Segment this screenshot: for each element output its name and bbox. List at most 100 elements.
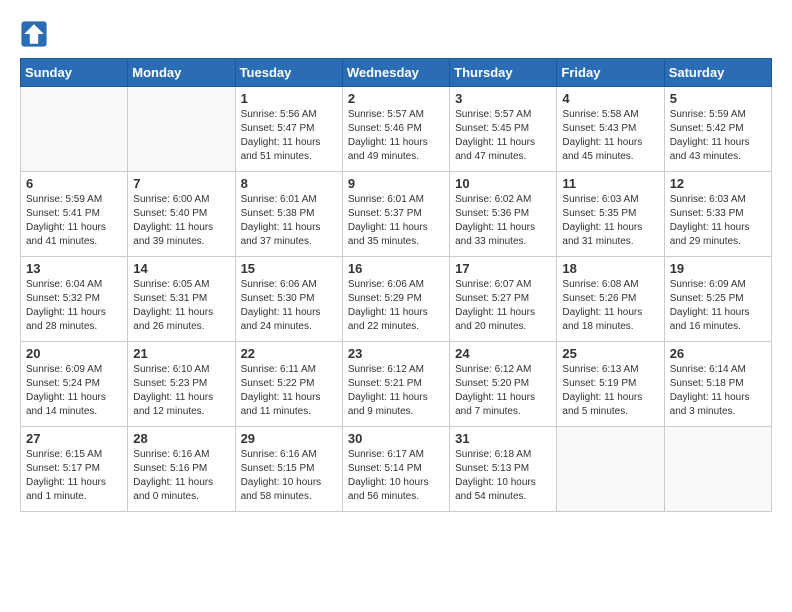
day-info: Sunrise: 6:17 AM Sunset: 5:14 PM Dayligh… [348,448,444,504]
day-info: Sunrise: 6:03 AM Sunset: 5:35 PM Dayligh… [562,193,658,249]
day-info: Sunrise: 5:56 AM Sunset: 5:47 PM Dayligh… [241,108,337,164]
calendar-week-row: 13 Sunrise: 6:04 AM Sunset: 5:32 PM Dayli… [21,257,772,342]
day-number: 22 [241,346,337,361]
day-info: Sunrise: 6:04 AM Sunset: 5:32 PM Dayligh… [26,278,122,334]
day-number: 11 [562,176,658,191]
day-info: Sunrise: 6:01 AM Sunset: 5:38 PM Dayligh… [241,193,337,249]
day-info: Sunrise: 6:09 AM Sunset: 5:24 PM Dayligh… [26,363,122,419]
weekday-header: Friday [557,59,664,87]
logo [20,20,52,48]
day-number: 10 [455,176,551,191]
day-number: 8 [241,176,337,191]
day-info: Sunrise: 6:07 AM Sunset: 5:27 PM Dayligh… [455,278,551,334]
calendar-day-cell: 1 Sunrise: 5:56 AM Sunset: 5:47 PM Daylig… [235,87,342,172]
weekday-header: Wednesday [342,59,449,87]
day-number: 28 [133,431,229,446]
calendar-day-cell: 4Sunrise: 5:58 AM Sunset: 5:43 PM Daylig… [557,87,664,172]
day-info: Sunrise: 5:58 AM Sunset: 5:43 PM Dayligh… [562,108,658,164]
day-info: Sunrise: 6:11 AM Sunset: 5:22 PM Dayligh… [241,363,337,419]
day-number: 20 [26,346,122,361]
day-number: 9 [348,176,444,191]
calendar-day-cell: 23 Sunrise: 6:12 AM Sunset: 5:21 PM Dayli… [342,342,449,427]
calendar-day-cell: 31Sunrise: 6:18 AM Sunset: 5:13 PM Dayli… [450,427,557,512]
day-number: 25 [562,346,658,361]
calendar-day-cell [557,427,664,512]
calendar-day-cell: 15 Sunrise: 6:06 AM Sunset: 5:30 PM Dayli… [235,257,342,342]
logo-icon [20,20,48,48]
day-info: Sunrise: 6:12 AM Sunset: 5:21 PM Dayligh… [348,363,444,419]
calendar-day-cell: 30 Sunrise: 6:17 AM Sunset: 5:14 PM Dayli… [342,427,449,512]
weekday-header: Thursday [450,59,557,87]
calendar-day-cell: 9Sunrise: 6:01 AM Sunset: 5:37 PM Daylig… [342,172,449,257]
calendar-day-cell: 19Sunrise: 6:09 AM Sunset: 5:25 PM Dayli… [664,257,771,342]
calendar-day-cell: 16 Sunrise: 6:06 AM Sunset: 5:29 PM Dayli… [342,257,449,342]
day-info: Sunrise: 6:05 AM Sunset: 5:31 PM Dayligh… [133,278,229,334]
day-info: Sunrise: 6:00 AM Sunset: 5:40 PM Dayligh… [133,193,229,249]
day-number: 23 [348,346,444,361]
day-info: Sunrise: 6:15 AM Sunset: 5:17 PM Dayligh… [26,448,122,504]
weekday-header: Tuesday [235,59,342,87]
day-info: Sunrise: 6:09 AM Sunset: 5:25 PM Dayligh… [670,278,766,334]
day-info: Sunrise: 6:14 AM Sunset: 5:18 PM Dayligh… [670,363,766,419]
calendar-day-cell: 6 Sunrise: 5:59 AM Sunset: 5:41 PM Daylig… [21,172,128,257]
day-info: Sunrise: 5:57 AM Sunset: 5:45 PM Dayligh… [455,108,551,164]
calendar-day-cell: 18Sunrise: 6:08 AM Sunset: 5:26 PM Dayli… [557,257,664,342]
calendar-day-cell: 14 Sunrise: 6:05 AM Sunset: 5:31 PM Dayli… [128,257,235,342]
calendar-day-cell: 11 Sunrise: 6:03 AM Sunset: 5:35 PM Dayli… [557,172,664,257]
day-number: 6 [26,176,122,191]
calendar-day-cell: 22 Sunrise: 6:11 AM Sunset: 5:22 PM Dayli… [235,342,342,427]
calendar-header: SundayMondayTuesdayWednesdayThursdayFrid… [21,59,772,87]
day-number: 30 [348,431,444,446]
calendar-day-cell [21,87,128,172]
day-info: Sunrise: 6:16 AM Sunset: 5:15 PM Dayligh… [241,448,337,504]
day-number: 14 [133,261,229,276]
calendar-day-cell: 5 Sunrise: 5:59 AM Sunset: 5:42 PM Daylig… [664,87,771,172]
day-info: Sunrise: 6:10 AM Sunset: 5:23 PM Dayligh… [133,363,229,419]
calendar-day-cell: 8 Sunrise: 6:01 AM Sunset: 5:38 PM Daylig… [235,172,342,257]
day-info: Sunrise: 6:12 AM Sunset: 5:20 PM Dayligh… [455,363,551,419]
day-number: 13 [26,261,122,276]
calendar-day-cell: 27 Sunrise: 6:15 AM Sunset: 5:17 PM Dayli… [21,427,128,512]
day-number: 3 [455,91,551,106]
day-number: 24 [455,346,551,361]
day-number: 26 [670,346,766,361]
day-number: 16 [348,261,444,276]
calendar-day-cell: 29 Sunrise: 6:16 AM Sunset: 5:15 PM Dayli… [235,427,342,512]
day-number: 21 [133,346,229,361]
weekday-header: Sunday [21,59,128,87]
day-info: Sunrise: 6:03 AM Sunset: 5:33 PM Dayligh… [670,193,766,249]
day-number: 17 [455,261,551,276]
day-number: 1 [241,91,337,106]
calendar-day-cell: 7 Sunrise: 6:00 AM Sunset: 5:40 PM Daylig… [128,172,235,257]
calendar-week-row: 1 Sunrise: 5:56 AM Sunset: 5:47 PM Daylig… [21,87,772,172]
day-info: Sunrise: 5:59 AM Sunset: 5:41 PM Dayligh… [26,193,122,249]
calendar-day-cell: 12 Sunrise: 6:03 AM Sunset: 5:33 PM Dayli… [664,172,771,257]
calendar-week-row: 27 Sunrise: 6:15 AM Sunset: 5:17 PM Dayli… [21,427,772,512]
calendar-day-cell: 17 Sunrise: 6:07 AM Sunset: 5:27 PM Dayli… [450,257,557,342]
calendar-day-cell: 26 Sunrise: 6:14 AM Sunset: 5:18 PM Dayli… [664,342,771,427]
day-number: 7 [133,176,229,191]
calendar-day-cell [128,87,235,172]
calendar-week-row: 6 Sunrise: 5:59 AM Sunset: 5:41 PM Daylig… [21,172,772,257]
calendar-table: SundayMondayTuesdayWednesdayThursdayFrid… [20,58,772,512]
calendar-day-cell: 10Sunrise: 6:02 AM Sunset: 5:36 PM Dayli… [450,172,557,257]
day-number: 5 [670,91,766,106]
day-number: 29 [241,431,337,446]
weekday-header: Saturday [664,59,771,87]
day-info: Sunrise: 5:59 AM Sunset: 5:42 PM Dayligh… [670,108,766,164]
day-info: Sunrise: 6:06 AM Sunset: 5:29 PM Dayligh… [348,278,444,334]
calendar-day-cell: 21 Sunrise: 6:10 AM Sunset: 5:23 PM Dayli… [128,342,235,427]
day-info: Sunrise: 6:08 AM Sunset: 5:26 PM Dayligh… [562,278,658,334]
calendar-day-cell: 24 Sunrise: 6:12 AM Sunset: 5:20 PM Dayli… [450,342,557,427]
day-info: Sunrise: 6:06 AM Sunset: 5:30 PM Dayligh… [241,278,337,334]
day-number: 15 [241,261,337,276]
calendar-day-cell: 28Sunrise: 6:16 AM Sunset: 5:16 PM Dayli… [128,427,235,512]
day-number: 27 [26,431,122,446]
calendar-day-cell: 13 Sunrise: 6:04 AM Sunset: 5:32 PM Dayli… [21,257,128,342]
calendar-week-row: 20 Sunrise: 6:09 AM Sunset: 5:24 PM Dayli… [21,342,772,427]
day-number: 2 [348,91,444,106]
calendar-day-cell [664,427,771,512]
calendar-day-cell: 2Sunrise: 5:57 AM Sunset: 5:46 PM Daylig… [342,87,449,172]
day-number: 12 [670,176,766,191]
day-info: Sunrise: 6:13 AM Sunset: 5:19 PM Dayligh… [562,363,658,419]
